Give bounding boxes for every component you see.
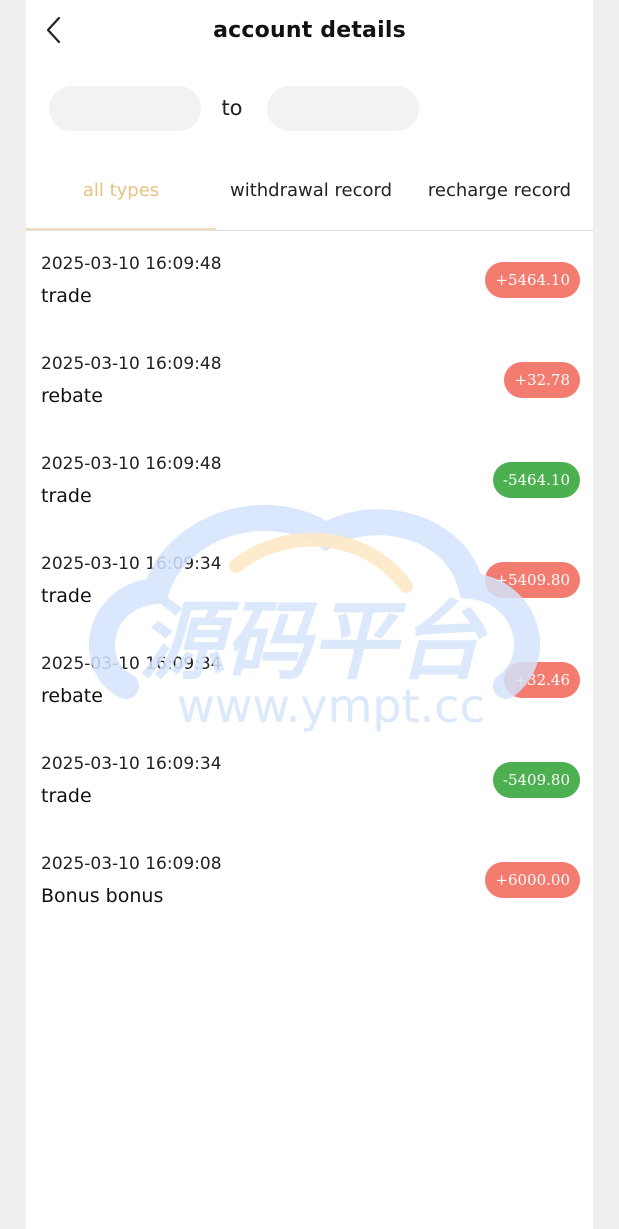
record-type: trade [41,785,92,807]
list-item[interactable]: 2025-03-10 16:09:48 rebate +32.78 [26,330,593,430]
account-details-page: account details to all types withdrawal … [26,0,593,1229]
amount-badge: -5409.80 [492,762,580,798]
date-range: to [26,86,593,132]
list-item[interactable]: 2025-03-10 16:09:34 rebate +32.46 [26,630,593,730]
amount-badge: +5409.80 [485,562,580,598]
record-time: 2025-03-10 16:09:48 [41,254,222,274]
record-type: trade [41,485,92,507]
record-time: 2025-03-10 16:09:48 [41,454,222,474]
record-time: 2025-03-10 16:09:34 [41,554,222,574]
tab-all-types[interactable]: all types [26,180,216,206]
record-time: 2025-03-10 16:09:08 [41,854,222,874]
list-item[interactable]: 2025-03-10 16:09:48 trade -5464.10 [26,430,593,530]
record-time: 2025-03-10 16:09:34 [41,654,222,674]
amount-badge: +32.78 [504,362,580,398]
record-type: rebate [41,385,103,407]
record-type: trade [41,285,92,307]
record-time: 2025-03-10 16:09:48 [41,354,222,374]
amount-badge: +5464.10 [485,262,580,298]
list-item[interactable]: 2025-03-10 16:09:34 trade -5409.80 [26,730,593,830]
record-type: trade [41,585,92,607]
list-item[interactable]: 2025-03-10 16:09:08 Bonus bonus +6000.00 [26,830,593,930]
record-type-tabs: all types withdrawal record recharge rec… [26,156,593,231]
list-item[interactable]: 2025-03-10 16:09:34 trade +5409.80 [26,530,593,630]
tab-recharge-record[interactable]: recharge record [406,180,593,206]
amount-badge: +32.46 [504,662,580,698]
amount-badge: +6000.00 [485,862,580,898]
tab-withdrawal-record[interactable]: withdrawal record [216,180,406,206]
end-date-field[interactable] [267,86,419,131]
list-item[interactable]: 2025-03-10 16:09:48 trade +5464.10 [26,230,593,330]
page-title: account details [213,18,406,43]
amount-badge: -5464.10 [492,462,580,498]
header: account details [26,0,593,66]
start-date-field[interactable] [49,86,201,131]
date-range-separator: to [221,96,243,120]
record-time: 2025-03-10 16:09:34 [41,754,222,774]
record-type: Bonus bonus [41,885,164,907]
record-type: rebate [41,685,103,707]
